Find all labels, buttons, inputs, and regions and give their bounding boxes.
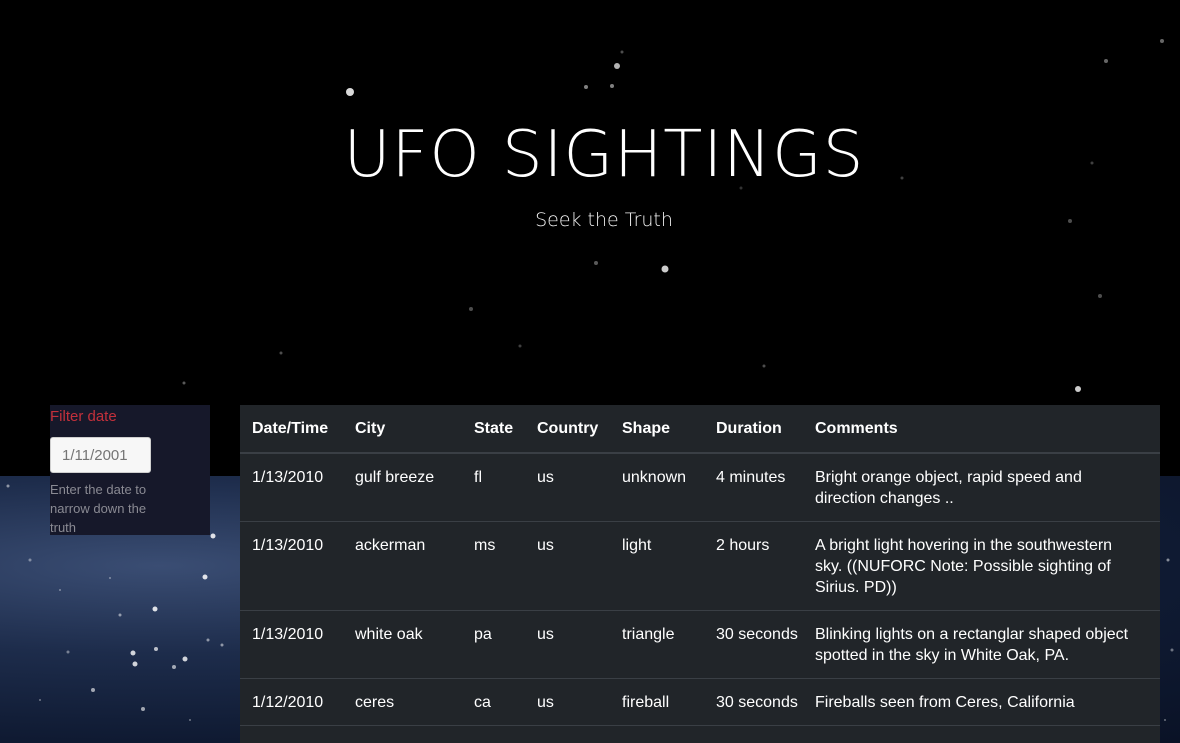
cell-city: white oak <box>343 610 462 679</box>
cell-datetime: 1/13/2010 <box>240 521 343 611</box>
table-header: Date/Time City State Country Shape Durat… <box>240 405 1160 454</box>
cell-country: us <box>525 453 610 522</box>
cell-state: fl <box>462 453 525 522</box>
page-title: UFO SIGHTINGS <box>343 118 865 192</box>
column-header-comments[interactable]: Comments <box>803 405 1160 454</box>
filter-help-text: Enter the date to narrow down the truth <box>50 482 147 535</box>
cell-shape: unknown <box>610 453 704 522</box>
cell-state: ms <box>462 521 525 611</box>
cell-comments: Blinking lights on a rectanglar shaped o… <box>803 610 1160 679</box>
table-row: 1/13/2010 ackerman ms us light 2 hours A… <box>240 521 1160 611</box>
cell-country: us <box>525 610 610 679</box>
table-header-row: Date/Time City State Country Shape Durat… <box>240 405 1160 454</box>
column-header-state[interactable]: State <box>462 405 525 454</box>
cell-datetime: 1/13/2010 <box>240 453 343 522</box>
page-subtitle: Seek the Truth <box>535 209 673 231</box>
table-row: 1/13/2010 white oak pa us triangle 30 se… <box>240 610 1160 679</box>
cell-comments: Bright orange object, rapid speed and di… <box>803 453 1160 522</box>
cell-duration: 30 seconds <box>704 610 803 679</box>
cell-duration: 2 hours <box>704 521 803 611</box>
table-row: 1/13/2010 gulf breeze fl us unknown 4 mi… <box>240 453 1160 522</box>
cell-datetime: 1/13/2010 <box>240 610 343 679</box>
sightings-table-container: Date/Time City State Country Shape Durat… <box>240 405 1160 743</box>
column-header-duration[interactable]: Duration <box>704 405 803 454</box>
cell-city: ackerman <box>343 521 462 611</box>
cell-shape: fireball <box>610 678 704 726</box>
cell-country: us <box>525 678 610 726</box>
cell-duration: 30 seconds <box>704 678 803 726</box>
page: UFO SIGHTINGS Seek the Truth Filter date… <box>0 0 1180 743</box>
sightings-table: Date/Time City State Country Shape Durat… <box>240 405 1160 726</box>
cell-duration: 4 minutes <box>704 453 803 522</box>
cell-city: ceres <box>343 678 462 726</box>
column-header-shape[interactable]: Shape <box>610 405 704 454</box>
cell-comments: Fireballs seen from Ceres, California <box>803 678 1160 726</box>
cell-city: gulf breeze <box>343 453 462 522</box>
cell-datetime: 1/12/2010 <box>240 678 343 726</box>
cell-shape: light <box>610 521 704 611</box>
table-body: 1/13/2010 gulf breeze fl us unknown 4 mi… <box>240 453 1160 726</box>
cell-state: pa <box>462 610 525 679</box>
cell-country: us <box>525 521 610 611</box>
cell-shape: triangle <box>610 610 704 679</box>
filter-date-label: Filter date <box>50 408 117 425</box>
column-header-datetime[interactable]: Date/Time <box>240 405 343 454</box>
filter-date-input[interactable] <box>50 437 151 473</box>
table-row: 1/12/2010 ceres ca us fireball 30 second… <box>240 678 1160 726</box>
column-header-city[interactable]: City <box>343 405 462 454</box>
cell-comments: A bright light hovering in the southwest… <box>803 521 1160 611</box>
filter-panel: Filter date Enter the date to narrow dow… <box>50 405 210 535</box>
column-header-country[interactable]: Country <box>525 405 610 454</box>
cell-state: ca <box>462 678 525 726</box>
